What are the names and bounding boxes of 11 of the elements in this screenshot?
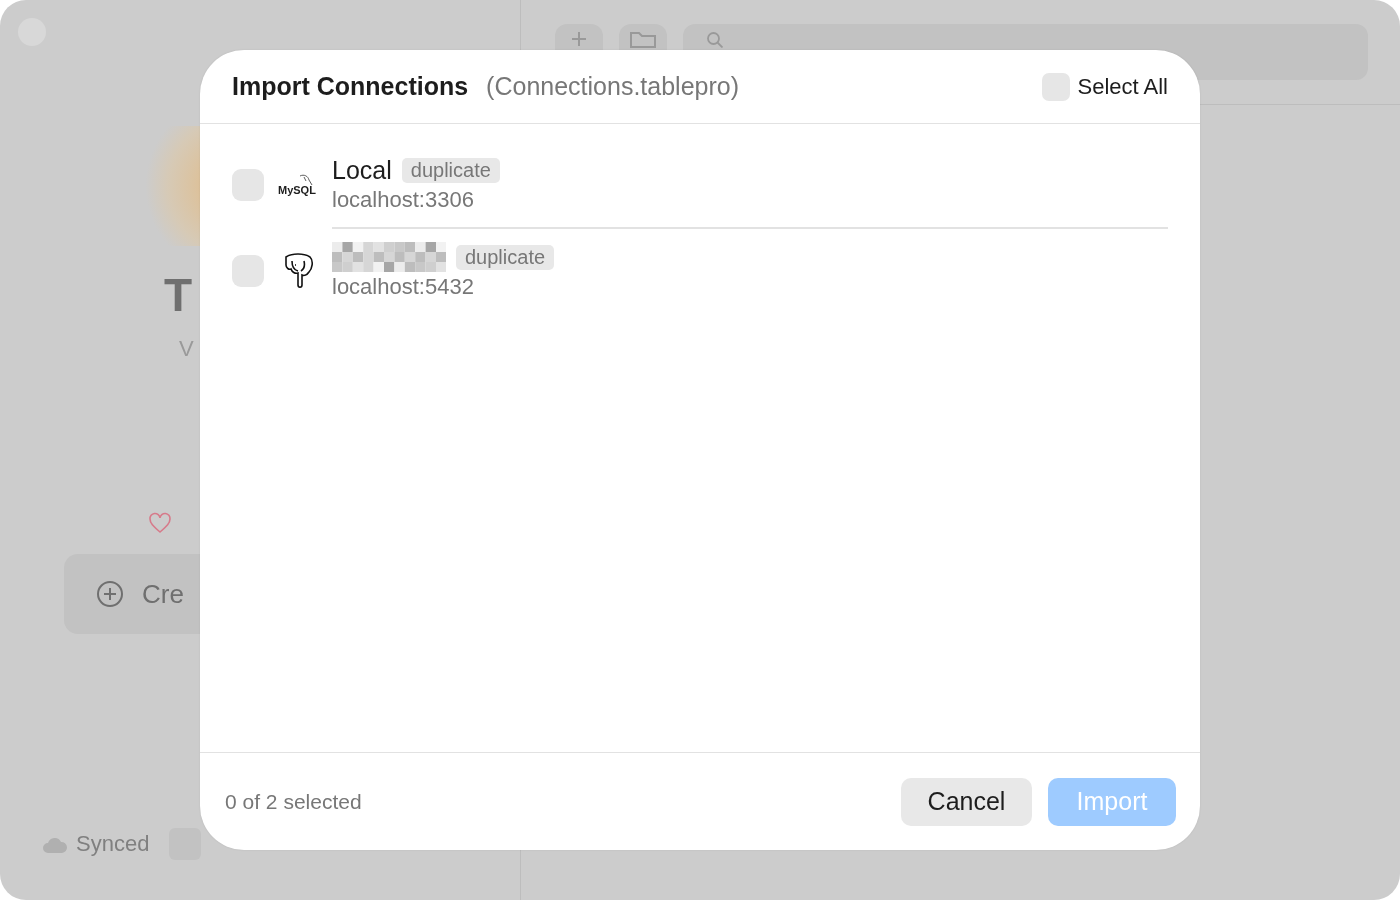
- dialog-title: Import Connections: [232, 72, 469, 101]
- duplicate-tag: duplicate: [401, 157, 500, 183]
- connection-name: Local: [332, 155, 392, 185]
- file-name: (Connections.tablepro): [486, 72, 741, 101]
- app-title: T: [164, 268, 193, 322]
- duplicate-tag: duplicate: [456, 244, 555, 270]
- selection-count: 0 of 2 selected: [225, 789, 363, 814]
- connection-address: localhost:5432: [332, 274, 475, 300]
- mysql-logo: MySQL: [278, 174, 318, 196]
- sync-status: Synced: [76, 831, 150, 857]
- connection-address: localhost:3306: [332, 186, 475, 213]
